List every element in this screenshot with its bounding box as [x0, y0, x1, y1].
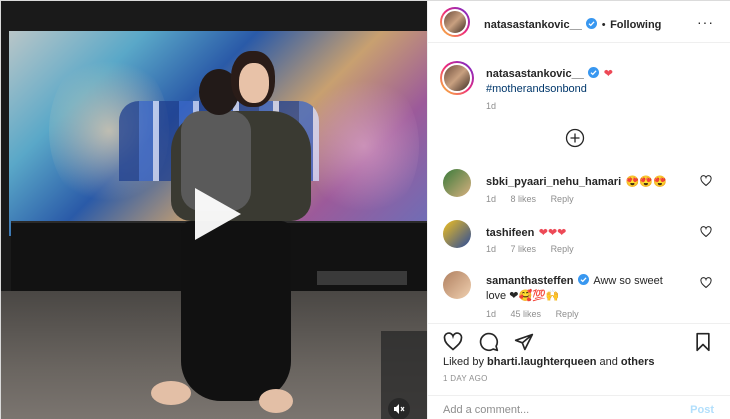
post-date: 1 DAY AGO	[443, 374, 488, 383]
comment-item: samanthasteffen Aww so sweet love ❤🥰💯🙌 1…	[428, 269, 730, 321]
plus-circle-icon[interactable]	[565, 128, 585, 148]
liked-by-prefix: Liked by	[443, 356, 488, 368]
comment-likes[interactable]: 45 likes	[511, 309, 542, 319]
avatar[interactable]	[443, 271, 471, 299]
play-icon[interactable]	[187, 186, 245, 242]
heart-icon[interactable]	[700, 226, 712, 238]
avatar[interactable]	[443, 169, 471, 197]
comment-likes[interactable]: 8 likes	[511, 194, 537, 204]
add-comment-bar: Add a comment... Post	[428, 395, 730, 419]
post-button[interactable]: Post	[690, 404, 714, 416]
share-icon[interactable]	[514, 332, 534, 352]
face	[239, 63, 269, 103]
reply-button[interactable]: Reply	[556, 309, 579, 319]
verified-icon	[588, 67, 600, 78]
post-video[interactable]	[1, 1, 427, 419]
liked-by-others[interactable]: others	[621, 356, 655, 368]
comment-meta: 1d 8 likes Reply	[486, 194, 586, 204]
comment-body-cont: love ❤🥰💯🙌	[486, 290, 560, 302]
separator: •	[601, 19, 606, 31]
foot	[151, 381, 191, 405]
comment-text: sbki_pyaari_nehu_hamari 😍😍😍	[486, 172, 667, 190]
comment-username[interactable]: sbki_pyaari_nehu_hamari	[486, 176, 621, 188]
following-button[interactable]: Following	[610, 19, 661, 31]
hashtag-link[interactable]: #motherandsonbond	[486, 83, 587, 95]
avatar[interactable]	[443, 220, 471, 248]
more-icon[interactable]: ···	[697, 14, 714, 30]
comment-body: ❤❤❤	[538, 227, 567, 239]
verified-icon	[586, 18, 598, 29]
heart-icon[interactable]	[700, 175, 712, 187]
heart-emoji: ❤	[603, 68, 613, 80]
comment-input[interactable]: Add a comment...	[443, 404, 529, 416]
heart-icon[interactable]	[443, 332, 463, 352]
avatar[interactable]	[440, 61, 474, 95]
comment-time: 1d	[486, 194, 497, 204]
comment-body: 😍😍😍	[625, 176, 667, 188]
reply-button[interactable]: Reply	[551, 194, 574, 204]
liked-by: Liked by bharti.laughterqueen and others	[443, 356, 655, 368]
comment-text: tashifeen ❤❤❤	[486, 223, 566, 241]
mute-icon[interactable]	[388, 398, 410, 419]
verified-icon	[577, 274, 589, 285]
comment-meta: 1d 7 likes Reply	[486, 244, 586, 254]
comment-likes[interactable]: 7 likes	[511, 244, 537, 254]
header-username[interactable]: natasastankovic__	[484, 19, 582, 31]
post-header: natasastankovic__ • Following ···	[428, 1, 730, 43]
foot	[259, 389, 293, 413]
liked-by-user[interactable]: bharti.laughterqueen	[487, 356, 596, 368]
instagram-post-window: natasastankovic__ • Following ··· natasa…	[0, 0, 730, 419]
comment-icon[interactable]	[479, 332, 499, 352]
caption-time: 1d	[486, 101, 497, 111]
screen-highlight	[309, 71, 419, 221]
comment-item: tashifeen ❤❤❤ 1d 7 likes Reply	[428, 218, 730, 260]
comment-time: 1d	[486, 309, 497, 319]
bookmark-icon[interactable]	[693, 332, 713, 352]
comment-time: 1d	[486, 244, 497, 254]
reply-button[interactable]: Reply	[551, 244, 574, 254]
post-side-panel: natasastankovic__ • Following ··· natasa…	[427, 1, 730, 419]
cabinet-shelf	[317, 271, 407, 285]
leggings	[181, 221, 291, 401]
liked-by-and: and	[596, 356, 621, 368]
action-bar	[428, 323, 730, 357]
comment-username[interactable]: tashifeen	[486, 227, 534, 239]
header-user-line: natasastankovic__ • Following	[484, 15, 661, 33]
comment-text: samanthasteffen Aww so sweet love ❤🥰💯🙌	[486, 273, 686, 303]
comment-meta: 1d 45 likes Reply	[486, 309, 591, 319]
comment-username[interactable]: samanthasteffen	[486, 275, 573, 287]
comment-body: Aww so sweet	[593, 275, 663, 287]
comment-item: sbki_pyaari_nehu_hamari 😍😍😍 1d 8 likes R…	[428, 167, 730, 209]
heart-icon[interactable]	[700, 277, 712, 289]
avatar[interactable]	[440, 7, 470, 37]
caption-hashtag[interactable]: #motherandsonbond	[486, 79, 587, 97]
